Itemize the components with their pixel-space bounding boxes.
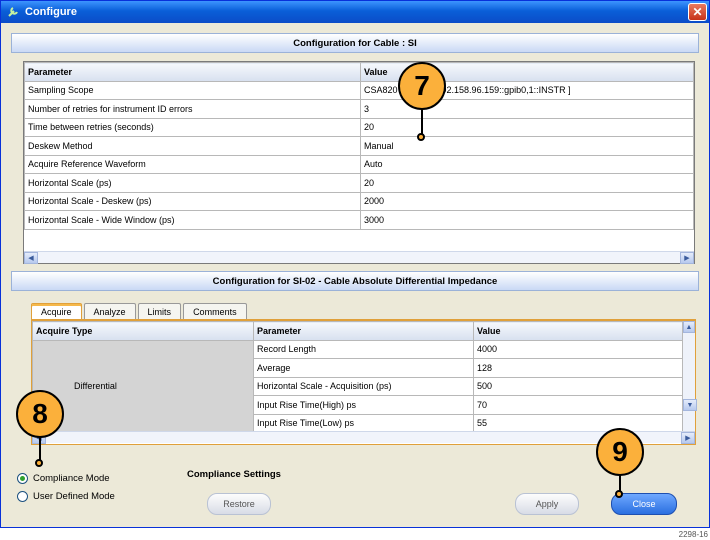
cable-config-header: Configuration for Cable : SI [11, 33, 699, 53]
vertical-scrollbar[interactable]: ▲ ▼ [683, 321, 697, 431]
tab-comments[interactable]: Comments [183, 303, 247, 320]
tab-strip: Acquire Analyze Limits Comments [31, 303, 249, 320]
tab-analyze[interactable]: Analyze [83, 303, 136, 320]
column-header-parameter: Parameter [24, 62, 361, 82]
value-cell[interactable]: 500 [473, 376, 683, 396]
scroll-left-icon[interactable]: ◀ [24, 251, 38, 264]
acquire-panel: Acquire Type Parameter Value Differentia… [31, 319, 697, 445]
table-row[interactable]: Number of retries for instrument ID erro… [24, 99, 694, 119]
table-row[interactable]: Sampling Scope CSA820 92.158.96.159::gpib… [24, 80, 694, 100]
table-header-row: Parameter Value [24, 62, 694, 82]
figure-code: 2298-16 [678, 530, 708, 539]
cable-config-title: Configuration for Cable : SI [293, 37, 417, 49]
close-icon: ✕ [692, 5, 703, 19]
compliance-settings-label: Compliance Settings [187, 469, 281, 480]
value-cell[interactable]: 4000 [473, 339, 683, 359]
user-defined-mode-radio[interactable]: User Defined Mode [17, 491, 115, 502]
tab-acquire[interactable]: Acquire [31, 303, 82, 320]
column-header-acquire-type: Acquire Type [32, 321, 254, 341]
parameter-cell: Input Rise Time(Low) ps [253, 413, 474, 433]
parameter-cell: Average [253, 358, 474, 378]
value-cell[interactable]: Manual [360, 136, 694, 156]
cable-config-table-panel: Parameter Value Sampling Scope CSA820 92.… [23, 61, 695, 264]
parameter-cell: Input Rise Time(High) ps [253, 395, 474, 415]
value-cell[interactable]: 70 [473, 395, 683, 415]
value-cell[interactable]: 2000 [360, 191, 694, 211]
scroll-right-icon[interactable]: ▶ [681, 431, 695, 444]
tab-limits[interactable]: Limits [137, 303, 182, 320]
horizontal-scrollbar[interactable]: ◀ ▶ [24, 251, 694, 264]
radio-checked-icon[interactable] [17, 473, 28, 484]
callout-7: 7 [398, 62, 446, 110]
parameter-cell: Record Length [253, 339, 474, 359]
scope-address-text: 92.158.96.159::gpib0,1::INSTR ] [441, 85, 571, 96]
callout-8-pin [35, 459, 43, 467]
table-row[interactable]: Horizontal Scale (ps) 20 [24, 173, 694, 193]
title-bar: Configure ✕ [1, 1, 709, 23]
column-header-value: Value [473, 321, 683, 341]
table-row[interactable]: Differential Record Length 4000 [32, 339, 683, 433]
table-row[interactable]: Acquire Reference Waveform Auto [24, 154, 694, 174]
callout-8-leader [39, 436, 41, 460]
value-cell[interactable]: 20 [360, 117, 694, 137]
acquire-horizontal-scrollbar[interactable]: ◀ ▶ [32, 431, 695, 444]
table-row[interactable]: Time between retries (seconds) 20 [24, 117, 694, 137]
callout-7-leader [421, 108, 423, 134]
parameter-cell: Deskew Method [24, 136, 361, 156]
callout-9: 9 [596, 428, 644, 476]
table-row[interactable]: Horizontal Scale - Wide Window (ps) 3000 [24, 210, 694, 230]
parameter-cell: Time between retries (seconds) [24, 117, 361, 137]
measurement-config-header: Configuration for SI-02 - Cable Absolute… [11, 271, 699, 291]
table-row[interactable]: Deskew Method Manual [24, 136, 694, 156]
value-cell[interactable]: 55 [473, 413, 683, 433]
radio-unchecked-icon[interactable] [17, 491, 28, 502]
callout-8: 8 [16, 390, 64, 438]
acquire-type-value: Differential [74, 381, 117, 392]
value-cell[interactable]: 128 [473, 358, 683, 378]
compliance-mode-radio[interactable]: Compliance Mode [17, 473, 110, 484]
window-title: Configure [25, 6, 77, 18]
callout-7-pin [417, 133, 425, 141]
apply-button[interactable]: Apply [515, 493, 579, 515]
value-cell[interactable]: Auto [360, 154, 694, 174]
measurement-config-title: Configuration for SI-02 - Cable Absolute… [212, 275, 498, 287]
scope-model-text: CSA820 [364, 85, 398, 96]
wrench-icon [8, 7, 18, 17]
scroll-up-icon[interactable]: ▲ [683, 321, 695, 333]
scroll-down-icon[interactable]: ▼ [683, 399, 697, 411]
parameter-cell: Horizontal Scale (ps) [24, 173, 361, 193]
parameter-cell: Horizontal Scale - Acquisition (ps) [253, 376, 474, 396]
value-cell[interactable]: 20 [360, 173, 694, 193]
parameter-cell: Sampling Scope [24, 80, 361, 100]
table-row[interactable]: Horizontal Scale - Deskew (ps) 2000 [24, 191, 694, 211]
scroll-right-icon[interactable]: ▶ [680, 251, 694, 264]
restore-button[interactable]: Restore [207, 493, 271, 515]
column-header-parameter: Parameter [253, 321, 474, 341]
acquire-type-cell[interactable]: Differential [32, 339, 254, 433]
parameter-cell: Acquire Reference Waveform [24, 154, 361, 174]
acquire-table: Acquire Type Parameter Value Differentia… [32, 321, 683, 433]
parameter-cell: Number of retries for instrument ID erro… [24, 99, 361, 119]
parameter-cell: Horizontal Scale - Wide Window (ps) [24, 210, 361, 230]
table-header-row: Acquire Type Parameter Value [32, 321, 683, 341]
user-defined-mode-label: User Defined Mode [33, 491, 115, 502]
callout-9-pin [615, 490, 623, 498]
value-cell[interactable]: 3000 [360, 210, 694, 230]
compliance-mode-label: Compliance Mode [33, 473, 110, 484]
cable-config-table: Parameter Value Sampling Scope CSA820 92.… [24, 62, 694, 230]
window-close-button[interactable]: ✕ [688, 3, 707, 21]
parameter-cell: Horizontal Scale - Deskew (ps) [24, 191, 361, 211]
